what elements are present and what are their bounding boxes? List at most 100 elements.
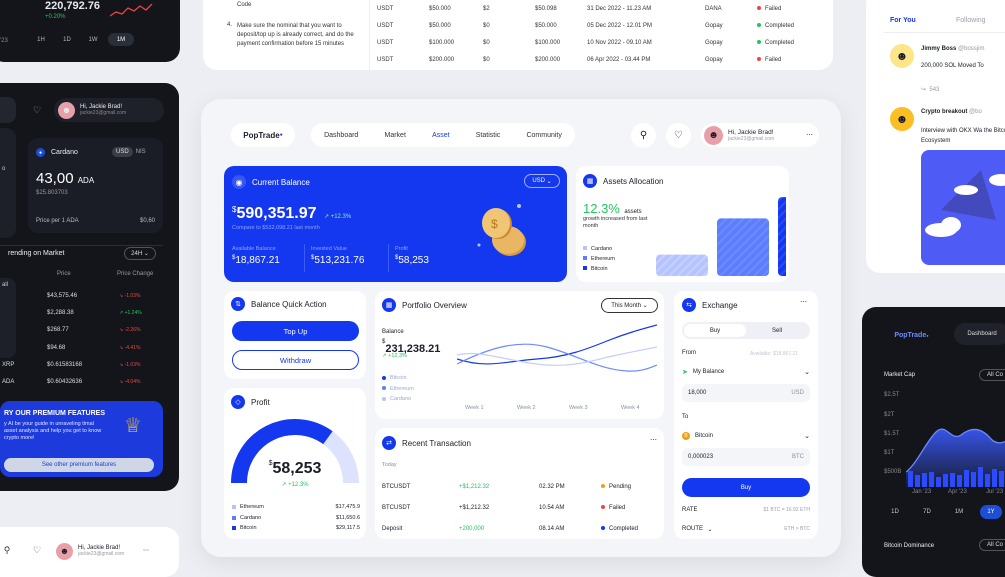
avatar[interactable]: ☻ — [890, 44, 914, 68]
allocation-chart — [656, 197, 786, 276]
transaction-list: BTCUSDT +$1,212.32 02.32 PM Pending BTCUSDT… — [382, 476, 657, 539]
more-icon[interactable]: ⋯ — [650, 436, 657, 444]
divider — [884, 32, 1005, 33]
x-tick-week-2: Week 2 — [517, 405, 536, 411]
more-icon[interactable]: ⋯ — [143, 547, 149, 554]
portfolio-header: ▦ Portfolio Overview — [382, 298, 467, 312]
recent-header: ⇄ Recent Transaction — [382, 436, 471, 450]
profit-header: ◇ Profit — [231, 395, 270, 409]
doc-item4-number: 4. — [227, 22, 233, 28]
more-icon[interactable]: ⋯ — [806, 131, 813, 139]
repost-count[interactable]: ↪ 543 — [921, 86, 939, 93]
table-row[interactable]: Deposit +200,000 08.14 AM Completed — [382, 518, 657, 539]
stat-invested: Invested Value $513,231.76 — [311, 246, 365, 266]
range-1h[interactable]: 1H — [30, 33, 52, 46]
top-transactions-table: USDT $50.000 $2 $50.098 31 Dec 2022 - 11.23 … — [377, 0, 827, 68]
to-asset-select[interactable]: B Bitcoin ⌄ — [682, 428, 810, 444]
premium-button[interactable]: See other premium features — [4, 458, 154, 472]
nav-dashboard[interactable]: Dashboard — [324, 132, 358, 139]
range-7d[interactable]: 7D — [916, 505, 938, 519]
cell-date: 10 Nov 2022 - 09.10 AM — [587, 39, 652, 46]
chevron-down-icon: ⌄ — [804, 369, 810, 376]
cell-amount: $50.000 — [429, 5, 451, 12]
top-up-button[interactable]: Top Up — [232, 321, 359, 341]
table-row[interactable]: BTCUSDT +$1,212.32 10.54 AM Failed — [382, 497, 657, 518]
nav-statistic[interactable]: Statistic — [476, 132, 501, 139]
market-cap-chart — [906, 428, 1005, 487]
swap-icon: ⇅ — [231, 297, 245, 311]
coin-dropdown[interactable]: All Co — [979, 369, 1005, 381]
from-asset-select[interactable]: ➤ My Balance ⌄ — [682, 364, 810, 380]
post-author: Jimmy Boss @bossjim — [921, 46, 985, 52]
to-amount-input[interactable]: 0,000023 BTC — [682, 448, 810, 466]
currency-nis[interactable]: NIS — [136, 149, 146, 155]
bell-icon[interactable]: ♡ — [30, 543, 44, 557]
currency-usd[interactable]: USD — [112, 147, 133, 157]
currency-dropdown[interactable]: USD ⌄ — [524, 174, 560, 188]
bell-icon[interactable]: ♡ — [30, 103, 44, 117]
premium-title: RY OUR PREMIUM FEATURES — [4, 410, 105, 417]
user-chip[interactable]: ☻ Hi, Jackie Brad! jackie23@gmail.com — [54, 98, 164, 122]
dominance-dropdown[interactable]: All Co — [979, 539, 1005, 551]
profit-icon: ◇ — [231, 395, 245, 409]
cell-total: $100.000 — [535, 39, 561, 46]
range-1m[interactable]: 1M — [108, 33, 134, 46]
chevron-down-icon: ⌄ — [804, 433, 810, 440]
logo[interactable]: PopTrade ● — [884, 327, 939, 343]
route-row: ROUTE ⌄ ETH > BTC — [682, 526, 810, 533]
tab-following[interactable]: Following — [956, 17, 986, 24]
balance-header: ◉ Current Balance — [232, 175, 310, 189]
range-tabs: 1H 1D 1W 1M — [30, 33, 134, 46]
profit-legend: Ethereum $17,475.9 Cardano $11,650.6 Bitco… — [232, 502, 360, 534]
cardano-icon: ● — [36, 148, 45, 157]
logo[interactable]: PopTrade ● — [231, 123, 295, 147]
nav-market[interactable]: Market — [385, 132, 406, 139]
period-dropdown[interactable]: 24H ⌄ — [124, 247, 156, 260]
range-1w[interactable]: 1W — [82, 33, 104, 46]
range-1y[interactable]: 1Y — [980, 505, 1002, 519]
list-item[interactable]: $43,575.46 ↘ -1.03% — [2, 287, 162, 304]
more-icon[interactable]: ⋯ — [800, 298, 807, 306]
list-item[interactable]: XRP $0.61583168 ↘ -1.03% — [2, 356, 162, 373]
y-tick: $1T — [884, 450, 895, 456]
wallet-icon: ➤ — [682, 369, 688, 376]
currency-toggle[interactable]: USD NIS — [112, 147, 146, 157]
bell-icon[interactable]: ♡ — [666, 123, 691, 148]
user-chip[interactable]: ☻ Hi, Jackie Brad! jackie23@gmail.com — [56, 540, 148, 562]
portfolio-legend: Bitcoin Ethereum Cardano — [382, 375, 414, 407]
nav-community[interactable]: Community — [526, 132, 561, 139]
avatar[interactable]: ☻ — [890, 107, 914, 131]
cell-amount: $200.000 — [429, 56, 455, 63]
premium-card: RY OUR PREMIUM FEATURES y AI be your gui… — [0, 401, 163, 477]
search-icon[interactable]: ⚲ — [0, 543, 14, 557]
range-1d[interactable]: 1D — [56, 33, 78, 46]
list-item[interactable]: ADA $0.60432636 ↘ -4.04% — [2, 373, 162, 390]
tab-buy[interactable]: Buy — [684, 324, 746, 337]
buy-button[interactable]: Buy — [682, 478, 810, 497]
range-1d[interactable]: 1D — [884, 505, 906, 519]
list-item[interactable]: $268.77 ↘ -2.26% — [2, 322, 162, 339]
table-row[interactable]: BTCUSDT +$1,212.32 02.32 PM Pending — [382, 476, 657, 497]
from-label: From — [682, 350, 696, 356]
cell-date: 06 Apr 2022 - 03.44 PM — [587, 56, 651, 63]
svg-text:$: $ — [491, 217, 498, 231]
from-amount-input[interactable]: 18,000 USD — [682, 384, 810, 402]
tab-for-you[interactable]: For You — [890, 17, 916, 24]
search-frag[interactable] — [0, 97, 16, 123]
nav-dashboard[interactable]: Dashboard — [954, 323, 1005, 345]
tab-sell[interactable]: Sell — [746, 328, 808, 334]
series-bitcoin-line — [457, 324, 657, 365]
cell-method: Gopay — [705, 22, 723, 29]
chart-icon: ▦ — [382, 298, 396, 312]
user-chip[interactable]: ☻ Hi, Jackie Brad! jackie23@gmail.com ⋯ — [701, 123, 819, 147]
period-dropdown[interactable]: This Month ⌄ — [601, 298, 658, 313]
range-1m[interactable]: 1M — [948, 505, 970, 519]
post-image[interactable] — [921, 150, 1005, 265]
exchange-title: Exchange — [702, 300, 738, 310]
nav-asset[interactable]: Asset — [432, 132, 450, 139]
list-item[interactable]: $94.68 ↘ -4.41% — [2, 339, 162, 356]
recent-transaction-card: ⇄ Recent Transaction ⋯ Today BTCUSDT +$1,… — [375, 428, 664, 539]
withdraw-button[interactable]: Withdraw — [232, 350, 359, 370]
list-item[interactable]: $2,288.38 ↗ +1.24% — [2, 304, 162, 321]
search-icon[interactable]: ⚲ — [631, 123, 656, 148]
